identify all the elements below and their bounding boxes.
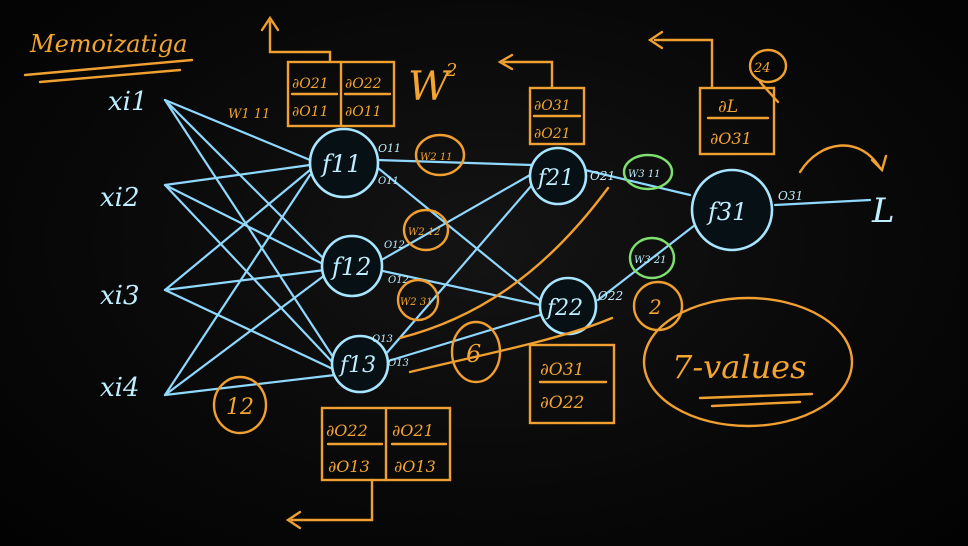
- deriv-bot1-den: ∂O13: [328, 457, 370, 476]
- deriv-box-mid: ∂O31 ∂O21: [497, 53, 586, 146]
- count-24: 24: [753, 61, 771, 76]
- page-title: Memoizatiga: [29, 30, 188, 58]
- input-xi4: xi4: [100, 373, 140, 403]
- output-o31: O31: [778, 189, 803, 203]
- deriv-right-num: ∂L: [718, 97, 738, 117]
- deriv-mid-num: ∂O31: [534, 98, 571, 114]
- output-o13-b: O13: [388, 358, 409, 369]
- loss-arrow: [798, 144, 882, 174]
- note-7-values: 7-values: [642, 296, 854, 428]
- output-o22: O22: [598, 289, 623, 303]
- weight-w2-12: W2 12: [402, 208, 450, 252]
- loss-label: L: [871, 191, 895, 231]
- title-underline: [23, 58, 194, 77]
- count-6: 6: [466, 340, 481, 368]
- node-f31: f31: [690, 168, 774, 252]
- deriv-top2-num: ∂O22: [345, 76, 382, 92]
- note-text: 7-values: [672, 348, 807, 386]
- deriv-bot2-num: ∂O21: [392, 421, 434, 440]
- weight-w1-11: W1 11: [228, 107, 270, 122]
- deriv-box-top: ∂O21 ∂O11 ∂O22 ∂O11: [260, 15, 396, 128]
- deriv-mid-den: ∂O21: [534, 126, 571, 142]
- network-diagram: f11 f12 f13 f21 f22 f31 xi1 xi2 xi3 xi4 …: [23, 15, 895, 530]
- weight-w2-11: W2 11: [414, 133, 466, 177]
- deriv-bot1-num: ∂O22: [326, 421, 368, 440]
- weight-w3-21-label: W3 21: [634, 255, 667, 266]
- node-f12-label: f12: [330, 253, 371, 281]
- output-o11: O11: [378, 142, 401, 155]
- count-2: 2: [648, 295, 662, 319]
- count-12: 12: [226, 395, 254, 420]
- node-f11-label: f11: [320, 150, 361, 178]
- loss-arrow-head: [870, 154, 888, 173]
- node-f13-label: f13: [338, 353, 376, 378]
- deriv-right-den: ∂O31: [710, 129, 752, 148]
- count-2-circle: 2: [632, 280, 684, 332]
- deriv-top1-num: ∂O21: [292, 76, 329, 92]
- input-xi3: xi3: [100, 281, 140, 311]
- node-f11: f11: [308, 127, 380, 199]
- weight-w2-31: W2 31: [396, 278, 440, 322]
- deriv-box-right: ∂L ∂O31 24: [647, 30, 788, 156]
- layer-label-sup: 2: [445, 60, 457, 81]
- node-f22: f22: [538, 276, 598, 336]
- deriv-box-low: ∂O31 ∂O22: [528, 343, 616, 425]
- blackboard: f11 f12 f13 f21 f22 f31 xi1 xi2 xi3 xi4 …: [0, 0, 968, 546]
- deriv-box-bottom: ∂O22 ∂O13 ∂O21 ∂O13: [285, 406, 452, 530]
- weight-w2-31-label: W2 31: [400, 297, 433, 308]
- deriv-top1-den: ∂O11: [292, 104, 329, 120]
- input-xi1: xi1: [108, 87, 148, 117]
- deriv-low-den: ∂O22: [540, 393, 584, 413]
- deriv-bot2-den: ∂O13: [394, 457, 436, 476]
- node-f21-label: f21: [536, 166, 574, 191]
- deriv-top2-den: ∂O11: [345, 104, 382, 120]
- output-o13: O13: [372, 334, 393, 345]
- output-o12: O12: [384, 240, 405, 251]
- node-f12: f12: [320, 234, 384, 298]
- node-f31-label: f31: [706, 198, 747, 226]
- output-o11-b: O11: [378, 176, 399, 187]
- input-connections: [163, 98, 337, 397]
- node-f22-label: f22: [545, 296, 583, 321]
- output-o21: O21: [590, 169, 615, 183]
- weight-w2-12-label: W2 12: [408, 227, 441, 238]
- deriv-low-num: ∂O31: [540, 360, 584, 380]
- weight-w3-21: W3 21: [628, 236, 676, 280]
- input-xi2: xi2: [100, 183, 140, 213]
- weight-w3-11-label: W3 11: [628, 169, 661, 180]
- weight-w2-11-label: W2 11: [420, 152, 453, 163]
- node-f21: f21: [528, 146, 588, 206]
